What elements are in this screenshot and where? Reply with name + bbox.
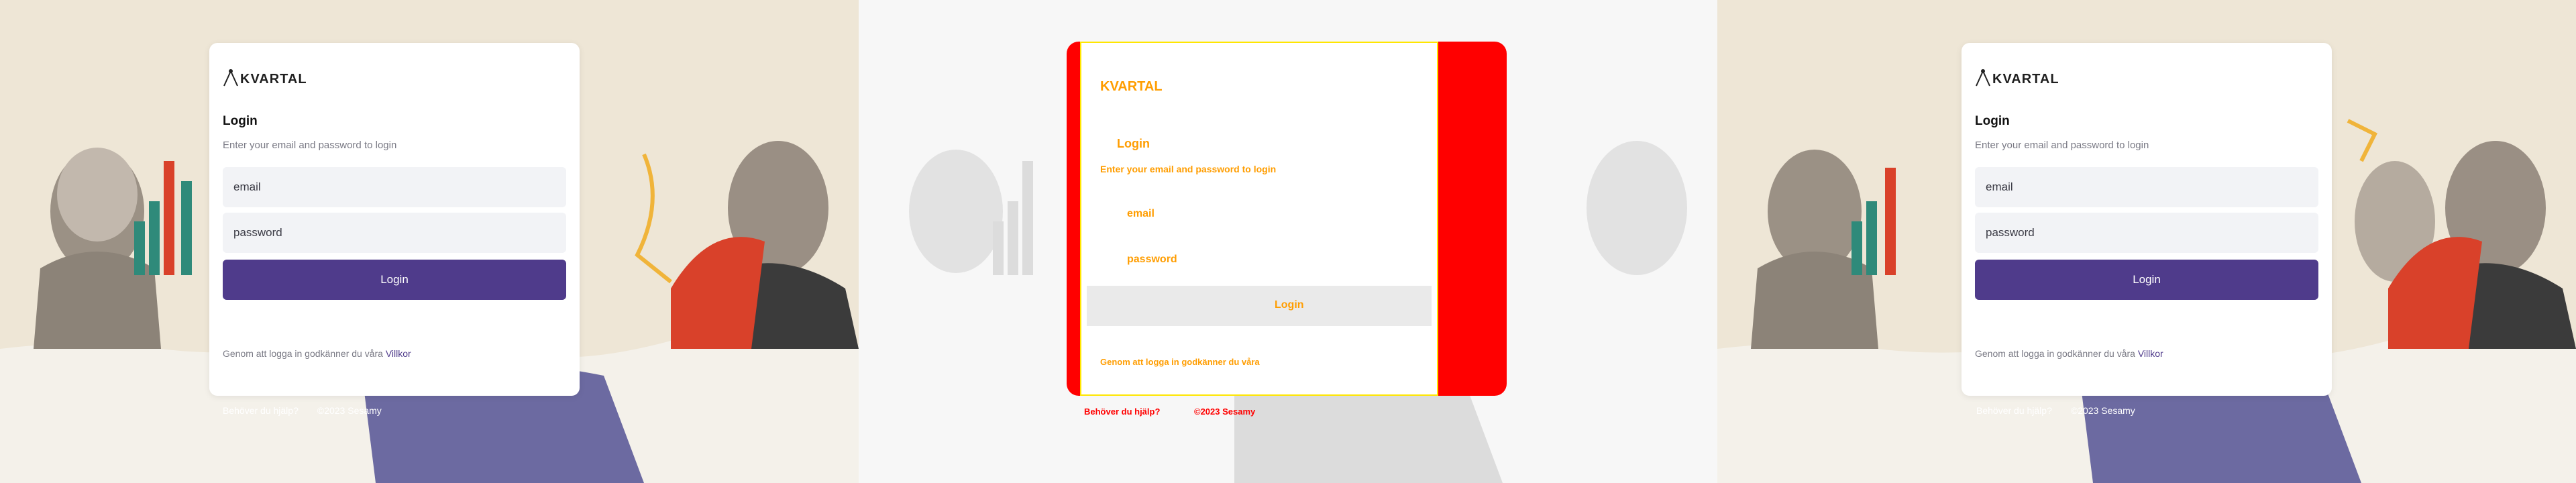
terms-link[interactable]: Villkor [2138,348,2163,359]
login-card: KVARTAL Login Enter your email and passw… [1962,43,2332,396]
footer: Behöver du hjälp? ©2023 Sesamy [223,405,382,416]
glitch-footer-help: Behöver du hjälp? [1084,407,1161,417]
kvartal-logo-icon [223,69,238,87]
page-title: Login [223,114,258,128]
terms-link[interactable]: Villkor [386,348,411,359]
page-title: Login [1975,114,2010,128]
terms-label: Genom att logga in godkänner du våra [223,348,383,359]
terms-text: Genom att logga in godkänner du våra Vil… [1975,348,2318,359]
login-subtitle: Enter your email and password to login [223,140,397,151]
password-field[interactable]: password [1975,213,2318,253]
password-field[interactable]: password [223,213,566,253]
brand-logo: KVARTAL [223,63,566,87]
brand-name: KVARTAL [1992,72,2059,87]
glitch-login-button[interactable] [1087,286,1432,326]
copyright-text: ©2023 Sesamy [317,405,382,416]
login-button[interactable]: Login [1975,260,2318,300]
glitch-password-label: password [1127,254,1177,265]
email-field[interactable]: email [1975,167,2318,207]
glitch-login-label: Login [1275,299,1304,311]
login-subtitle: Enter your email and password to login [1975,140,2149,151]
login-panel-1: KVARTAL Login Enter your email and passw… [0,0,859,483]
glitch-subtitle: Enter your email and password to login [1100,164,1277,174]
login-button[interactable]: Login [223,260,566,300]
glitch-terms: Genom att logga in godkänner du våra [1100,357,1260,367]
email-field[interactable]: email [223,167,566,207]
glitch-email-label: email [1127,208,1155,219]
glitch-footer-copyright: ©2023 Sesamy [1194,407,1256,417]
brand-logo: KVARTAL [1975,63,2318,87]
login-panel-3: KVARTAL Login Enter your email and passw… [1717,0,2576,483]
login-card: KVARTAL Login Enter your email and passw… [209,43,580,396]
glitch-brand: KVARTAL [1100,79,1163,94]
copyright-text: ©2023 Sesamy [2070,405,2135,416]
login-panel-2: KVARTAL Login Enter your email and passw… [859,0,1717,483]
help-link[interactable]: Behöver du hjälp? [1976,405,2052,416]
glitch-title: Login [1117,137,1150,150]
terms-label: Genom att logga in godkänner du våra [1975,348,2135,359]
kvartal-logo-icon [1976,69,1990,87]
brand-name: KVARTAL [240,72,307,87]
terms-text: Genom att logga in godkänner du våra Vil… [223,348,566,359]
footer: Behöver du hjälp? ©2023 Sesamy [1976,405,2135,416]
help-link[interactable]: Behöver du hjälp? [223,405,299,416]
